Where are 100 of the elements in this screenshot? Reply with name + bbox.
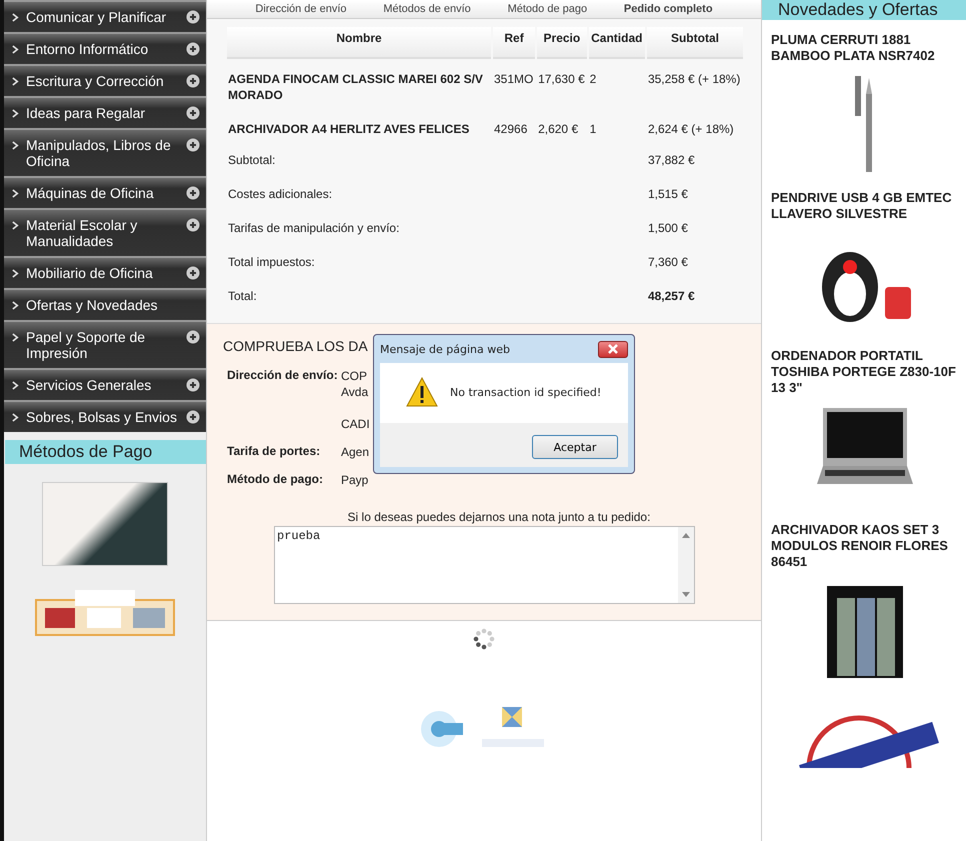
warning-icon <box>406 377 438 407</box>
category-menu-item[interactable]: Servicios Generales <box>4 368 206 400</box>
scroll-down-icon[interactable] <box>682 592 690 597</box>
summary-value: 48,257 € <box>646 288 696 305</box>
category-label: Entorno Informático <box>26 41 150 57</box>
close-button[interactable] <box>598 340 628 358</box>
detail-value: Avda <box>341 384 370 400</box>
summary-value: 1,500 € <box>646 220 689 237</box>
plus-icon[interactable] <box>186 42 200 56</box>
column-header: Precio <box>537 27 587 59</box>
category-menu-item[interactable]: Ideas para Regalar <box>4 96 206 128</box>
chevron-icon <box>12 189 19 198</box>
column-header: Ref <box>493 27 536 59</box>
detail-value: Payp <box>341 472 368 488</box>
category-menu-item[interactable]: Material Escolar y Manualidades <box>4 208 206 256</box>
column-header: Cantidad <box>588 27 645 59</box>
scrollbar[interactable] <box>678 527 694 603</box>
note-textarea[interactable]: prueba <box>274 526 695 604</box>
table-cell-text: 2,624 € (+ 18%) <box>646 121 735 138</box>
plus-icon[interactable] <box>186 138 200 152</box>
section-heading: Novedades y Ofertas <box>762 0 966 20</box>
category-menu-item[interactable]: Máquinas de Oficina <box>4 176 206 208</box>
category-menu-item[interactable]: Entorno Informático <box>4 32 206 64</box>
category-menu-item[interactable]: Escritura y Corrección <box>4 64 206 96</box>
plus-icon[interactable] <box>186 266 200 280</box>
loading-spinner-icon <box>473 627 495 651</box>
note-label: Si lo deseas puedes dejarnos una nota junto a tu pedido: <box>346 510 652 524</box>
detail-label: Dirección de envío: <box>226 368 339 384</box>
plus-icon[interactable] <box>186 218 200 232</box>
category-label: Ofertas y Novedades <box>26 297 159 313</box>
summary-label: Total impuestos: <box>227 254 316 271</box>
table-cell-text: 2,620 € <box>537 121 580 138</box>
detail-value: COP <box>341 368 368 384</box>
chevron-icon <box>12 13 19 22</box>
product-title[interactable]: ARCHIVADOR KAOS SET 3 MODULOS RENOIR FLORES 86451 <box>771 522 958 570</box>
category-label: Servicios Generales <box>26 377 152 393</box>
product-title[interactable]: PLUMA CERRUTI 1881 BAMBOO PLATA NSR7402 <box>771 32 958 64</box>
summary-label: Total: <box>227 288 258 305</box>
detail-label: Método de pago: <box>226 472 324 488</box>
note-text: prueba <box>277 529 320 543</box>
table-cell-text: 35,258 € (+ 18%) <box>646 71 742 88</box>
detail-value: CADI <box>341 416 370 432</box>
category-label: Ideas para Regalar <box>26 105 146 121</box>
scroll-up-icon[interactable] <box>682 533 690 538</box>
category-menu-item[interactable]: Comunicar y Planificar <box>4 0 206 32</box>
product-title[interactable]: PENDRIVE USB 4 GB EMTEC LLAVERO SILVESTRE <box>771 190 958 222</box>
checkout-step: Método de pago <box>508 3 588 15</box>
chevron-icon <box>12 141 19 150</box>
checkout-step: Métodos de envío <box>383 3 471 15</box>
column-header: Subtotal <box>646 27 743 59</box>
summary-value: 37,882 € <box>646 152 696 169</box>
plus-icon[interactable] <box>186 330 200 344</box>
chevron-icon <box>12 413 19 422</box>
category-menu-item[interactable]: Papel y Soporte de Impresión <box>4 320 206 368</box>
chevron-icon <box>12 301 19 310</box>
checkout-step: Dirección de envío <box>255 3 347 15</box>
table-cell-text: 351MO <box>493 71 534 88</box>
category-label: Comunicar y Planificar <box>26 9 168 25</box>
table-cell-text: 42966 <box>493 121 528 138</box>
summary-value: 1,515 € <box>646 186 689 203</box>
category-menu-item[interactable]: Mobiliario de Oficina <box>4 256 206 288</box>
accept-button[interactable]: Aceptar <box>532 435 618 459</box>
category-label: Papel y Soporte de Impresión <box>26 329 146 361</box>
plus-icon[interactable] <box>186 106 200 120</box>
category-menu-item[interactable]: Sobres, Bolsas y Envios <box>4 400 206 432</box>
close-icon <box>608 344 618 354</box>
chevron-icon <box>12 381 19 390</box>
summary-label: Subtotal: <box>227 152 276 169</box>
plus-icon[interactable] <box>186 378 200 392</box>
table-cell-text: 2 <box>588 71 598 88</box>
summary-value: 7,360 € <box>646 254 689 271</box>
table-cell-text: ARCHIVADOR A4 HERLITZ AVES FELICES <box>227 121 470 138</box>
chevron-icon <box>12 45 19 54</box>
summary-label: Tarifas de manipulación y envío: <box>227 220 400 237</box>
category-label: Escritura y Corrección <box>26 73 165 89</box>
detail-label: Tarifa de portes: <box>226 444 322 460</box>
chevron-icon <box>12 269 19 278</box>
table-cell-text: AGENDA FINOCAM CLASSIC MAREI 602 S/V MORADO <box>227 71 484 104</box>
category-menu-item[interactable]: Ofertas y Novedades <box>4 288 206 320</box>
dialog-title: Mensaje de página web <box>380 342 510 356</box>
plus-icon[interactable] <box>186 186 200 200</box>
chevron-icon <box>12 109 19 118</box>
chevron-icon <box>12 333 19 342</box>
plus-icon[interactable] <box>186 410 200 424</box>
plus-icon[interactable] <box>186 74 200 88</box>
table-cell-text: 17,630 € <box>537 71 586 88</box>
summary-label: Costes adicionales: <box>227 186 334 203</box>
product-title[interactable]: ORDENADOR PORTATIL TOSHIBA PORTEGE Z830-10F 13 3" <box>771 348 958 396</box>
table-cell-text: 1 <box>588 121 598 138</box>
detail-value: Agen <box>341 444 370 460</box>
category-label: Sobres, Bolsas y Envios <box>26 409 178 425</box>
category-label: Material Escolar y Manualidades <box>26 217 138 249</box>
plus-icon[interactable] <box>186 10 200 24</box>
section-heading: COMPRUEBA LOS DA <box>223 338 368 354</box>
category-label: Mobiliario de Oficina <box>26 265 154 281</box>
category-menu-item[interactable]: Manipulados, Libros de Oficina <box>4 128 206 176</box>
category-label: Máquinas de Oficina <box>26 185 155 201</box>
section-heading: Métodos de Pago <box>5 440 206 464</box>
dialog-message: No transaction id specified! <box>450 386 602 398</box>
column-header: Nombre <box>227 27 491 59</box>
